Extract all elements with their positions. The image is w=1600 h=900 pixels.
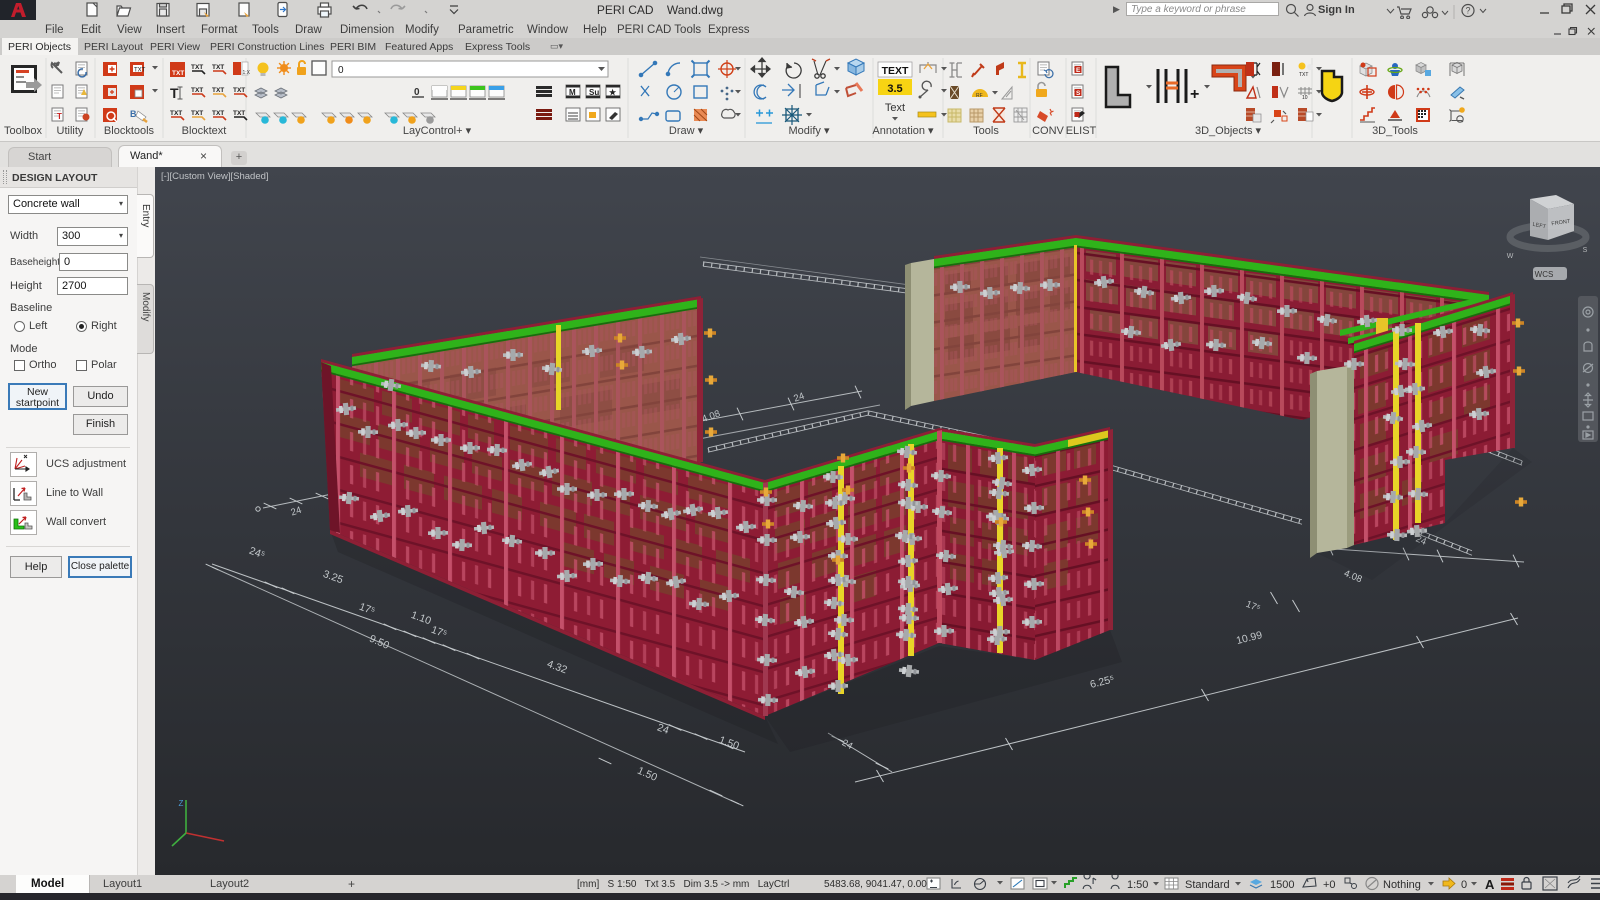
svg-text:TEXT: TEXT bbox=[882, 65, 909, 77]
svg-text:RF: RF bbox=[976, 93, 983, 99]
svg-text:?: ? bbox=[1465, 6, 1470, 16]
svg-text:[-][Custom View][Shaded]: [-][Custom View][Shaded] bbox=[161, 171, 269, 182]
svg-text:TXT: TXT bbox=[212, 87, 224, 94]
svg-text:TXT: TXT bbox=[172, 70, 184, 77]
svg-text:3D_Objects ▾: 3D_Objects ▾ bbox=[1195, 125, 1262, 137]
svg-text:TXT: TXT bbox=[233, 110, 245, 117]
svg-text:Toolbox: Toolbox bbox=[4, 125, 42, 137]
svg-text:A: A bbox=[1485, 877, 1495, 892]
svg-text:Standard: Standard bbox=[1185, 879, 1230, 891]
svg-text:Annotation ▾: Annotation ▾ bbox=[872, 125, 934, 137]
svg-text:WCS: WCS bbox=[1535, 270, 1554, 279]
svg-text:LayControl+ ▾: LayControl+ ▾ bbox=[403, 125, 472, 137]
svg-text:S: S bbox=[1583, 247, 1588, 254]
svg-text:+: + bbox=[1190, 86, 1199, 103]
svg-text:E: E bbox=[1076, 67, 1081, 74]
svg-text:Modify ▾: Modify ▾ bbox=[789, 125, 830, 137]
svg-text:Tools: Tools bbox=[973, 125, 999, 137]
svg-text:B: B bbox=[130, 109, 137, 119]
svg-text:3D_Tools: 3D_Tools bbox=[1372, 125, 1418, 137]
svg-text:1:X: 1:X bbox=[243, 70, 251, 76]
svg-text:TXT: TXT bbox=[212, 110, 224, 117]
svg-text:W: W bbox=[1507, 253, 1514, 260]
svg-text:0: 0 bbox=[338, 65, 344, 76]
svg-text:1500: 1500 bbox=[1270, 879, 1294, 891]
svg-text:+0: +0 bbox=[1323, 879, 1336, 891]
svg-text:Text: Text bbox=[885, 102, 905, 114]
svg-text:CONV: CONV bbox=[1032, 125, 1064, 137]
svg-text:TXT: TXT bbox=[233, 87, 245, 94]
svg-text:TXT: TXT bbox=[1299, 72, 1308, 78]
svg-text:Blocktools: Blocktools bbox=[104, 125, 155, 137]
svg-text:S: S bbox=[1076, 90, 1081, 97]
svg-text:TXT: TXT bbox=[212, 64, 224, 71]
svg-text:0: 0 bbox=[1461, 879, 1467, 891]
svg-text:TXT: TXT bbox=[134, 68, 146, 74]
svg-text:Blocktext: Blocktext bbox=[182, 125, 227, 137]
svg-text:TXT: TXT bbox=[191, 110, 203, 117]
svg-text:3.5: 3.5 bbox=[887, 83, 902, 95]
svg-text:T: T bbox=[57, 112, 62, 121]
svg-text:TXT: TXT bbox=[191, 64, 203, 71]
svg-text:TXT: TXT bbox=[191, 87, 203, 94]
svg-text:1:50: 1:50 bbox=[1127, 879, 1148, 891]
svg-text:Utility: Utility bbox=[57, 125, 84, 137]
svg-text:10: 10 bbox=[1302, 95, 1308, 101]
svg-text:Z: Z bbox=[179, 799, 184, 808]
svg-text:Nothing: Nothing bbox=[1383, 879, 1421, 891]
svg-text:Draw ▾: Draw ▾ bbox=[669, 125, 704, 137]
svg-text:TXT: TXT bbox=[170, 110, 182, 117]
svg-text:ELIST: ELIST bbox=[1066, 125, 1097, 137]
